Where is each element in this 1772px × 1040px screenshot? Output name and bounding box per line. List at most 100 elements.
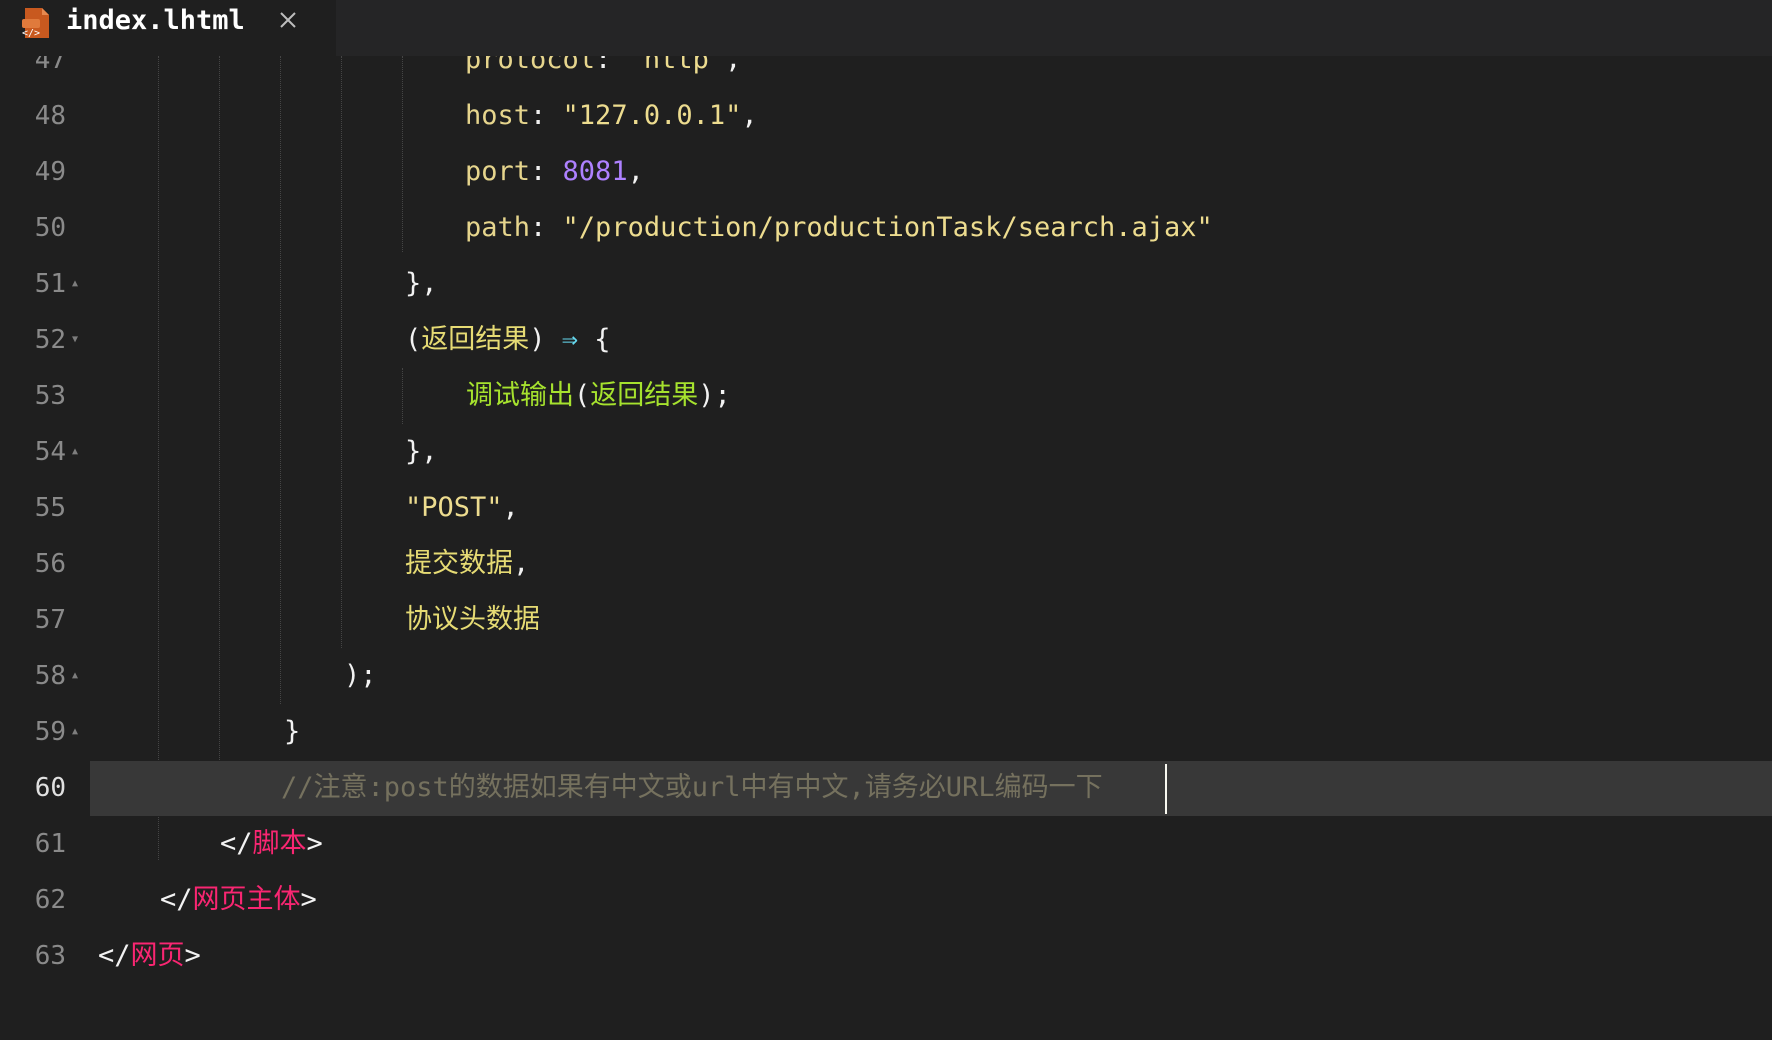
punctuation: }, [405,268,438,299]
punctuation: ( [405,324,422,355]
punctuation: > [306,828,323,859]
code-text: path: "/production/productionTask/search… [465,200,1213,256]
line-number: 57 [34,605,66,635]
code-line[interactable]: 55 "POST", [0,480,1772,536]
punctuation: : [530,100,563,131]
line-number: 49 [34,157,66,187]
tag-name: 脚本 [252,828,307,859]
fold-down-icon[interactable]: ▼ [72,312,84,368]
tab-title: index.lhtml [66,5,245,36]
code-line[interactable]: 59 ▲ } [0,704,1772,760]
code-text: </脚本> [220,816,323,872]
fold-up-icon[interactable]: ▲ [72,648,84,704]
line-number: 63 [34,941,66,971]
code-line-current[interactable]: 60 //注意:post的数据如果有中文或url中有中文,请务必URL编码一下 [0,760,1772,816]
code-line[interactable]: 52 ▼ (返回结果) ⇒ { [0,312,1772,368]
code-text: "POST", [405,480,519,536]
argument: 返回结果 [590,380,699,411]
code-line[interactable]: 61 </脚本> [0,816,1772,872]
string-literal: "127.0.0.1" [562,100,742,131]
punctuation: > [300,884,317,915]
object-key: host [465,100,531,131]
punctuation: </ [220,828,253,859]
punctuation: ); [344,660,377,691]
line-number: 55 [34,493,66,523]
html-file-icon: </> [22,6,52,40]
code-text: </网页> [98,928,201,984]
code-line[interactable]: 51 ▲ }, [0,256,1772,312]
punctuation: </ [160,884,193,915]
arrow-operator: ⇒ [561,324,579,355]
code-line[interactable]: 56 提交数据, [0,536,1772,592]
line-number: 53 [34,381,66,411]
code-text: }, [405,424,438,480]
line-number: 51 [34,269,66,299]
object-key: path [465,212,531,243]
code-text: 协议头数据 [405,592,540,648]
function-call: 调试输出 [466,380,574,411]
punctuation: } [284,716,301,747]
code-line[interactable]: 58 ▲ ); [0,648,1772,704]
code-text: port: 8081, [465,144,644,200]
code-area[interactable]: 47 protocol: "http", 48 host: "127.0.0.1… [0,0,1772,1040]
tab-index-lhtml[interactable]: </> index.lhtml [0,0,336,56]
fold-up-icon[interactable]: ▲ [72,704,84,760]
fold-up-icon[interactable]: ▲ [72,424,84,480]
line-number: 48 [34,101,66,131]
code-line[interactable]: 50 path: "/production/productionTask/sea… [0,200,1772,256]
punctuation: , [513,548,530,579]
tab-bar: </> index.lhtml [0,0,1772,56]
line-number: 62 [34,885,66,915]
variable: 协议头数据 [405,604,540,635]
punctuation: </ [98,940,131,971]
tag-name: 网页 [130,940,185,971]
line-number: 58 [34,661,66,691]
line-number: 56 [34,549,66,579]
string-literal: "/production/productionTask/search.ajax" [562,212,1213,243]
code-line[interactable]: 49 port: 8081, [0,144,1772,200]
line-number: 59 [34,717,66,747]
punctuation: { [578,324,611,355]
fold-up-icon[interactable]: ▲ [72,256,84,312]
code-text: } [284,704,300,760]
code-text: //注意:post的数据如果有中文或url中有中文,请务必URL编码一下 [281,760,1103,816]
parameter: 返回结果 [421,324,530,355]
line-number: 50 [34,213,66,243]
code-line[interactable]: 63 </网页> [0,928,1772,984]
text-cursor [1165,764,1167,814]
code-editor[interactable]: 47 protocol: "http", 48 host: "127.0.0.1… [0,0,1772,1040]
code-line[interactable]: 54 ▲ }, [0,424,1772,480]
code-line[interactable]: 57 协议头数据 [0,592,1772,648]
punctuation: }, [405,436,438,467]
code-text: ); [344,648,377,704]
tag-name: 网页主体 [192,884,301,915]
close-icon[interactable] [276,8,300,32]
punctuation: : [530,212,563,243]
line-number: 60 [34,773,66,803]
punctuation: , [502,492,519,523]
punctuation: > [184,940,201,971]
line-number: 52 [34,325,66,355]
code-text: host: "127.0.0.1", [465,88,758,144]
code-line[interactable]: 53 调试输出(返回结果); [0,368,1772,424]
punctuation: ) [529,324,562,355]
code-line[interactable]: 48 host: "127.0.0.1", [0,88,1772,144]
line-number: 61 [34,829,66,859]
code-text: 提交数据, [405,536,529,592]
punctuation: : [530,156,563,187]
svg-text:</>: </> [22,28,40,39]
punctuation: , [627,156,644,187]
variable: 提交数据 [405,548,513,579]
punctuation: , [741,100,758,131]
punctuation: ); [698,380,731,411]
code-text: </网页主体> [160,872,317,928]
number-literal: 8081 [562,156,628,187]
code-text: (返回结果) ⇒ { [405,312,611,368]
code-text: 调试输出(返回结果); [466,368,731,424]
object-key: port [465,156,531,187]
string-literal: "POST" [405,492,503,523]
code-line[interactable]: 62 </网页主体> [0,872,1772,928]
line-number: 54 [34,437,66,467]
code-text: }, [405,256,438,312]
comment: //注意:post的数据如果有中文或url中有中文,请务必URL编码一下 [281,772,1103,803]
